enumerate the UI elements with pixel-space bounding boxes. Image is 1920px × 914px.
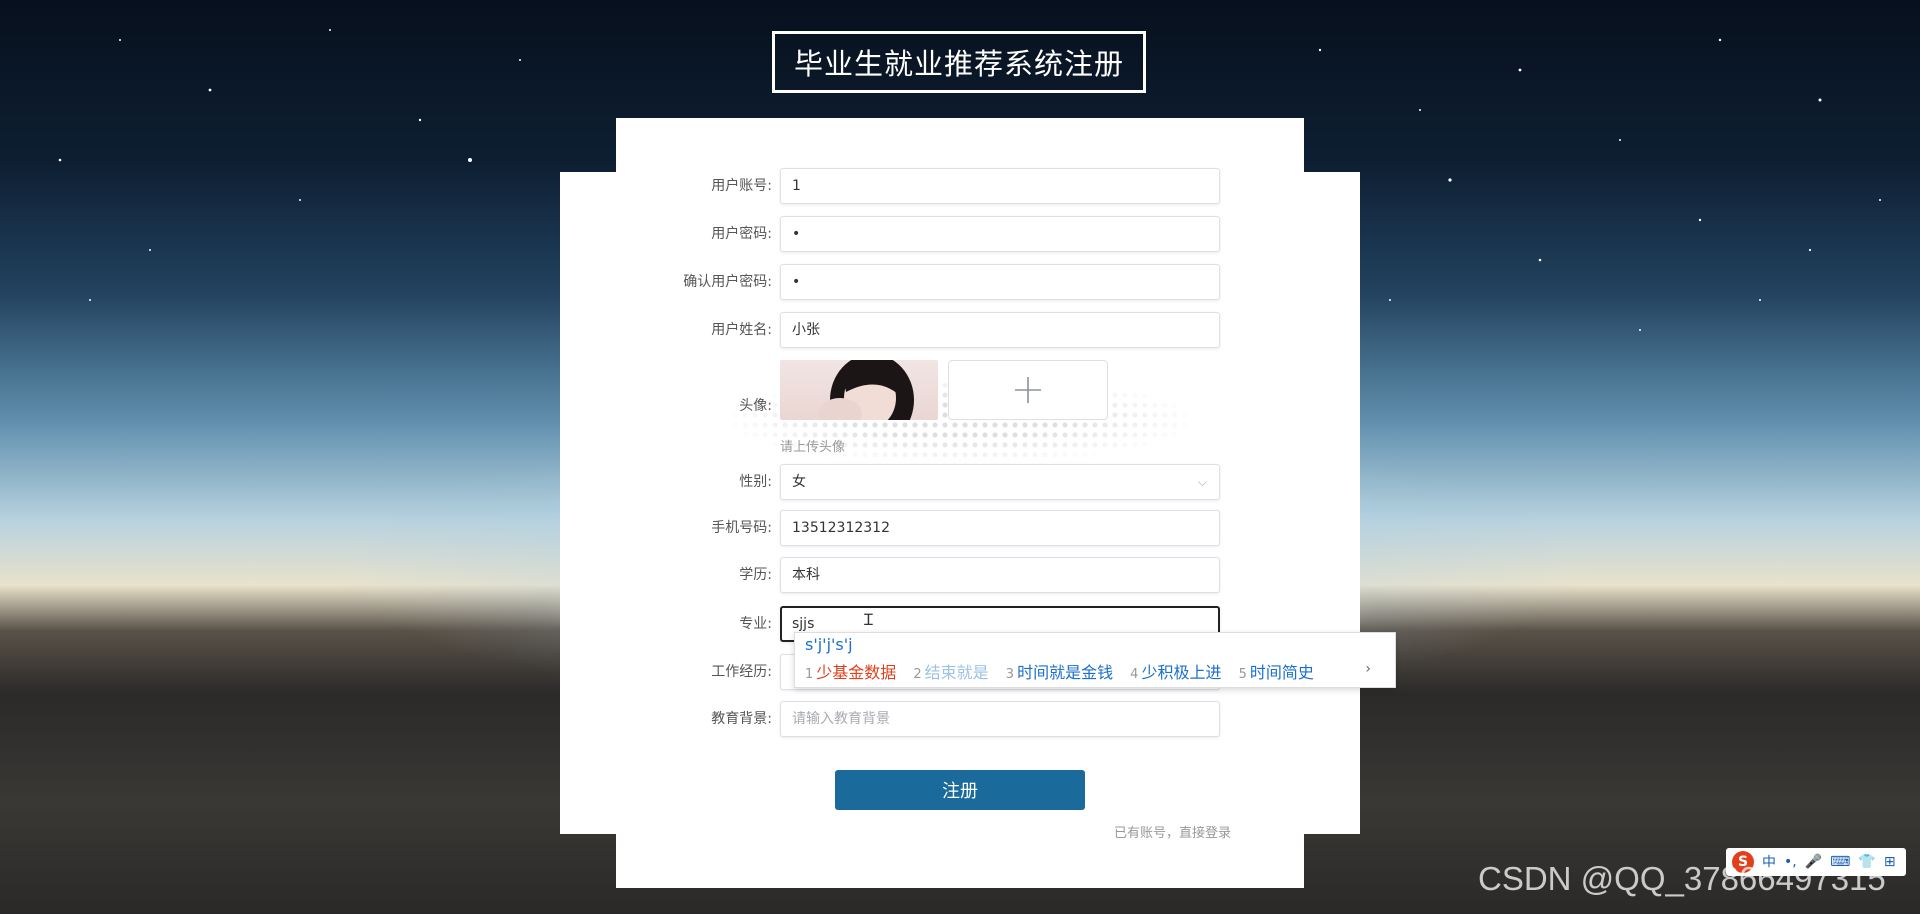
major-label: 专业: <box>739 616 772 632</box>
edu-background-input[interactable]: 请输入教育背景 <box>780 701 1220 737</box>
ime-candidate-2[interactable]: 2 结束就是 <box>913 663 988 682</box>
phone-input[interactable]: 13512312312 <box>780 510 1220 546</box>
ime-composition: s'j'j's'j <box>805 635 853 654</box>
ime-candidate-5[interactable]: 5 时间简史 <box>1239 663 1314 682</box>
confirm-password-input[interactable]: • <box>780 264 1220 300</box>
education-input[interactable]: 本科 <box>780 557 1220 593</box>
account-input[interactable]: 1 <box>780 168 1220 204</box>
confirm-password-label: 确认用户密码: <box>683 274 772 290</box>
gender-row: 性别: 女 ⌵ <box>640 464 1220 500</box>
ime-candidate-popup: s'j'j's'j 1 少基金数据 2 结束就是 3 时间就是金钱 4 少积极上进 5时… <box>794 632 1396 688</box>
ime-candidate-list: 1 少基金数据 2 结束就是 3 时间就是金钱 4 少积极上进 5 时间简史 <box>805 659 1326 683</box>
education-row: 学历: 本科 <box>640 557 1220 593</box>
password-row: 用户密码: • <box>640 216 1220 252</box>
ime-candidate-3[interactable]: 3 时间就是金钱 <box>1006 663 1113 682</box>
education-label: 学历: <box>739 567 772 583</box>
chevron-down-icon: ⌵ <box>1197 475 1207 489</box>
login-link[interactable]: 已有账号，直接登录 <box>1114 822 1231 841</box>
text-cursor-icon: Ɪ <box>864 610 873 629</box>
phone-label: 手机号码: <box>711 520 772 536</box>
edu-background-row: 教育背景: 请输入教育背景 <box>640 701 1220 737</box>
gender-value: 女 <box>792 474 806 490</box>
confirm-password-row: 确认用户密码: • <box>640 264 1220 300</box>
ime-candidate-1[interactable]: 1 少基金数据 <box>805 663 896 682</box>
register-button[interactable]: 注册 <box>835 770 1085 810</box>
password-label: 用户密码: <box>711 226 772 242</box>
avatar-preview-image[interactable] <box>780 360 938 420</box>
edu-background-label: 教育背景: <box>711 711 772 727</box>
phone-row: 手机号码: 13512312312 <box>640 510 1220 546</box>
account-row: 用户账号: 1 <box>640 168 1220 204</box>
name-input[interactable]: 小张 <box>780 312 1220 348</box>
ime-candidate-4[interactable]: 4 少积极上进 <box>1130 663 1221 682</box>
name-label: 用户姓名: <box>711 322 772 338</box>
ime-next-page-icon[interactable]: › <box>1365 661 1371 677</box>
csdn-watermark: CSDN @QQ_37866497315 <box>1478 860 1886 897</box>
avatar-upload-button[interactable] <box>948 360 1108 420</box>
name-row: 用户姓名: 小张 <box>640 312 1220 348</box>
gender-select[interactable]: 女 ⌵ <box>780 464 1220 500</box>
plus-icon <box>1015 377 1041 403</box>
page-title: 毕业生就业推荐系统注册 <box>772 31 1146 93</box>
password-input[interactable]: • <box>780 216 1220 252</box>
avatar-label: 头像: <box>739 398 772 414</box>
work-experience-label: 工作经历: <box>711 664 772 680</box>
gender-label: 性别: <box>739 474 772 490</box>
avatar-upload-hint: 请上传头像 <box>780 440 846 455</box>
account-label: 用户账号: <box>711 178 772 194</box>
